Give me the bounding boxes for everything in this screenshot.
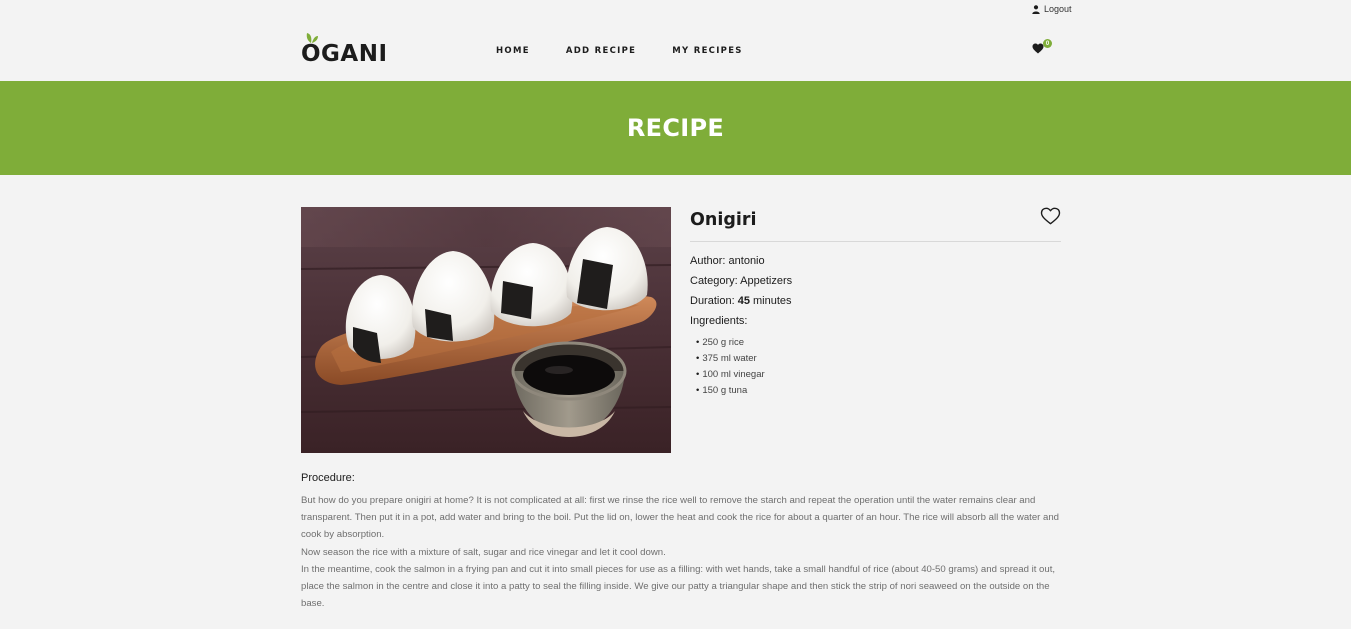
nav-my-recipes[interactable]: MY RECIPES — [672, 46, 742, 56]
author-line: Author: antonio — [690, 253, 1061, 273]
heart-outline-icon[interactable] — [1040, 207, 1061, 225]
author-label: Author: — [690, 255, 726, 267]
list-item: 100 ml vinegar — [696, 368, 1061, 384]
category-line: Category: Appetizers — [690, 273, 1061, 293]
list-item: 250 g rice — [696, 336, 1061, 352]
recipe-details: Onigiri Author: antonio Category: Appeti… — [690, 207, 1061, 400]
category-label: Category: — [690, 275, 738, 287]
author-value: antonio — [728, 255, 765, 267]
logo-text: OGANI — [301, 41, 388, 67]
list-item: 375 ml water — [696, 352, 1061, 368]
user-icon — [1032, 4, 1040, 14]
ingredients-label: Ingredients: — [690, 315, 748, 327]
category-value: Appetizers — [740, 275, 793, 287]
recipe-title-row: Onigiri — [690, 207, 1061, 242]
onigiri-photo — [301, 207, 671, 453]
duration-line: Duration: 45 minutes — [690, 293, 1061, 313]
site-logo[interactable]: OGANI — [301, 33, 388, 67]
list-item: 150 g tuna — [696, 384, 1061, 400]
nav-home[interactable]: HOME — [496, 46, 530, 56]
procedure-section: Procedure: But how do you prepare onigir… — [301, 472, 1061, 612]
procedure-paragraph: But how do you prepare onigiri at home? … — [301, 495, 1060, 541]
favorites-button[interactable]: 0 — [1032, 39, 1052, 57]
ingredients-list: 250 g rice 375 ml water 100 ml vinegar 1… — [690, 336, 1061, 400]
page-banner: RECIPE — [0, 81, 1351, 175]
favorites-count-badge: 0 — [1043, 39, 1052, 48]
logout-label: Logout — [1044, 4, 1072, 14]
recipe-title: Onigiri — [690, 210, 757, 230]
main-nav: HOME ADD RECIPE MY RECIPES — [496, 46, 743, 56]
page-title: RECIPE — [626, 114, 725, 142]
site-header: Logout OGANI HOME ADD RECIPE MY RECIPES … — [0, 0, 1351, 81]
logout-link[interactable]: Logout — [1032, 4, 1072, 14]
procedure-paragraph: In the meantime, cook the salmon in a fr… — [301, 563, 1056, 610]
procedure-paragraph: Now season the rice with a mixture of sa… — [301, 546, 666, 558]
duration-value: 45 — [737, 295, 750, 307]
leaf-icon — [306, 33, 318, 43]
duration-label: Duration: — [690, 295, 735, 307]
recipe-image — [301, 207, 671, 453]
nav-add-recipe[interactable]: ADD RECIPE — [566, 46, 636, 56]
recipe-meta: Author: antonio Category: Appetizers Dur… — [690, 253, 1061, 333]
duration-unit: minutes — [753, 295, 792, 307]
procedure-label: Procedure: — [301, 472, 355, 484]
